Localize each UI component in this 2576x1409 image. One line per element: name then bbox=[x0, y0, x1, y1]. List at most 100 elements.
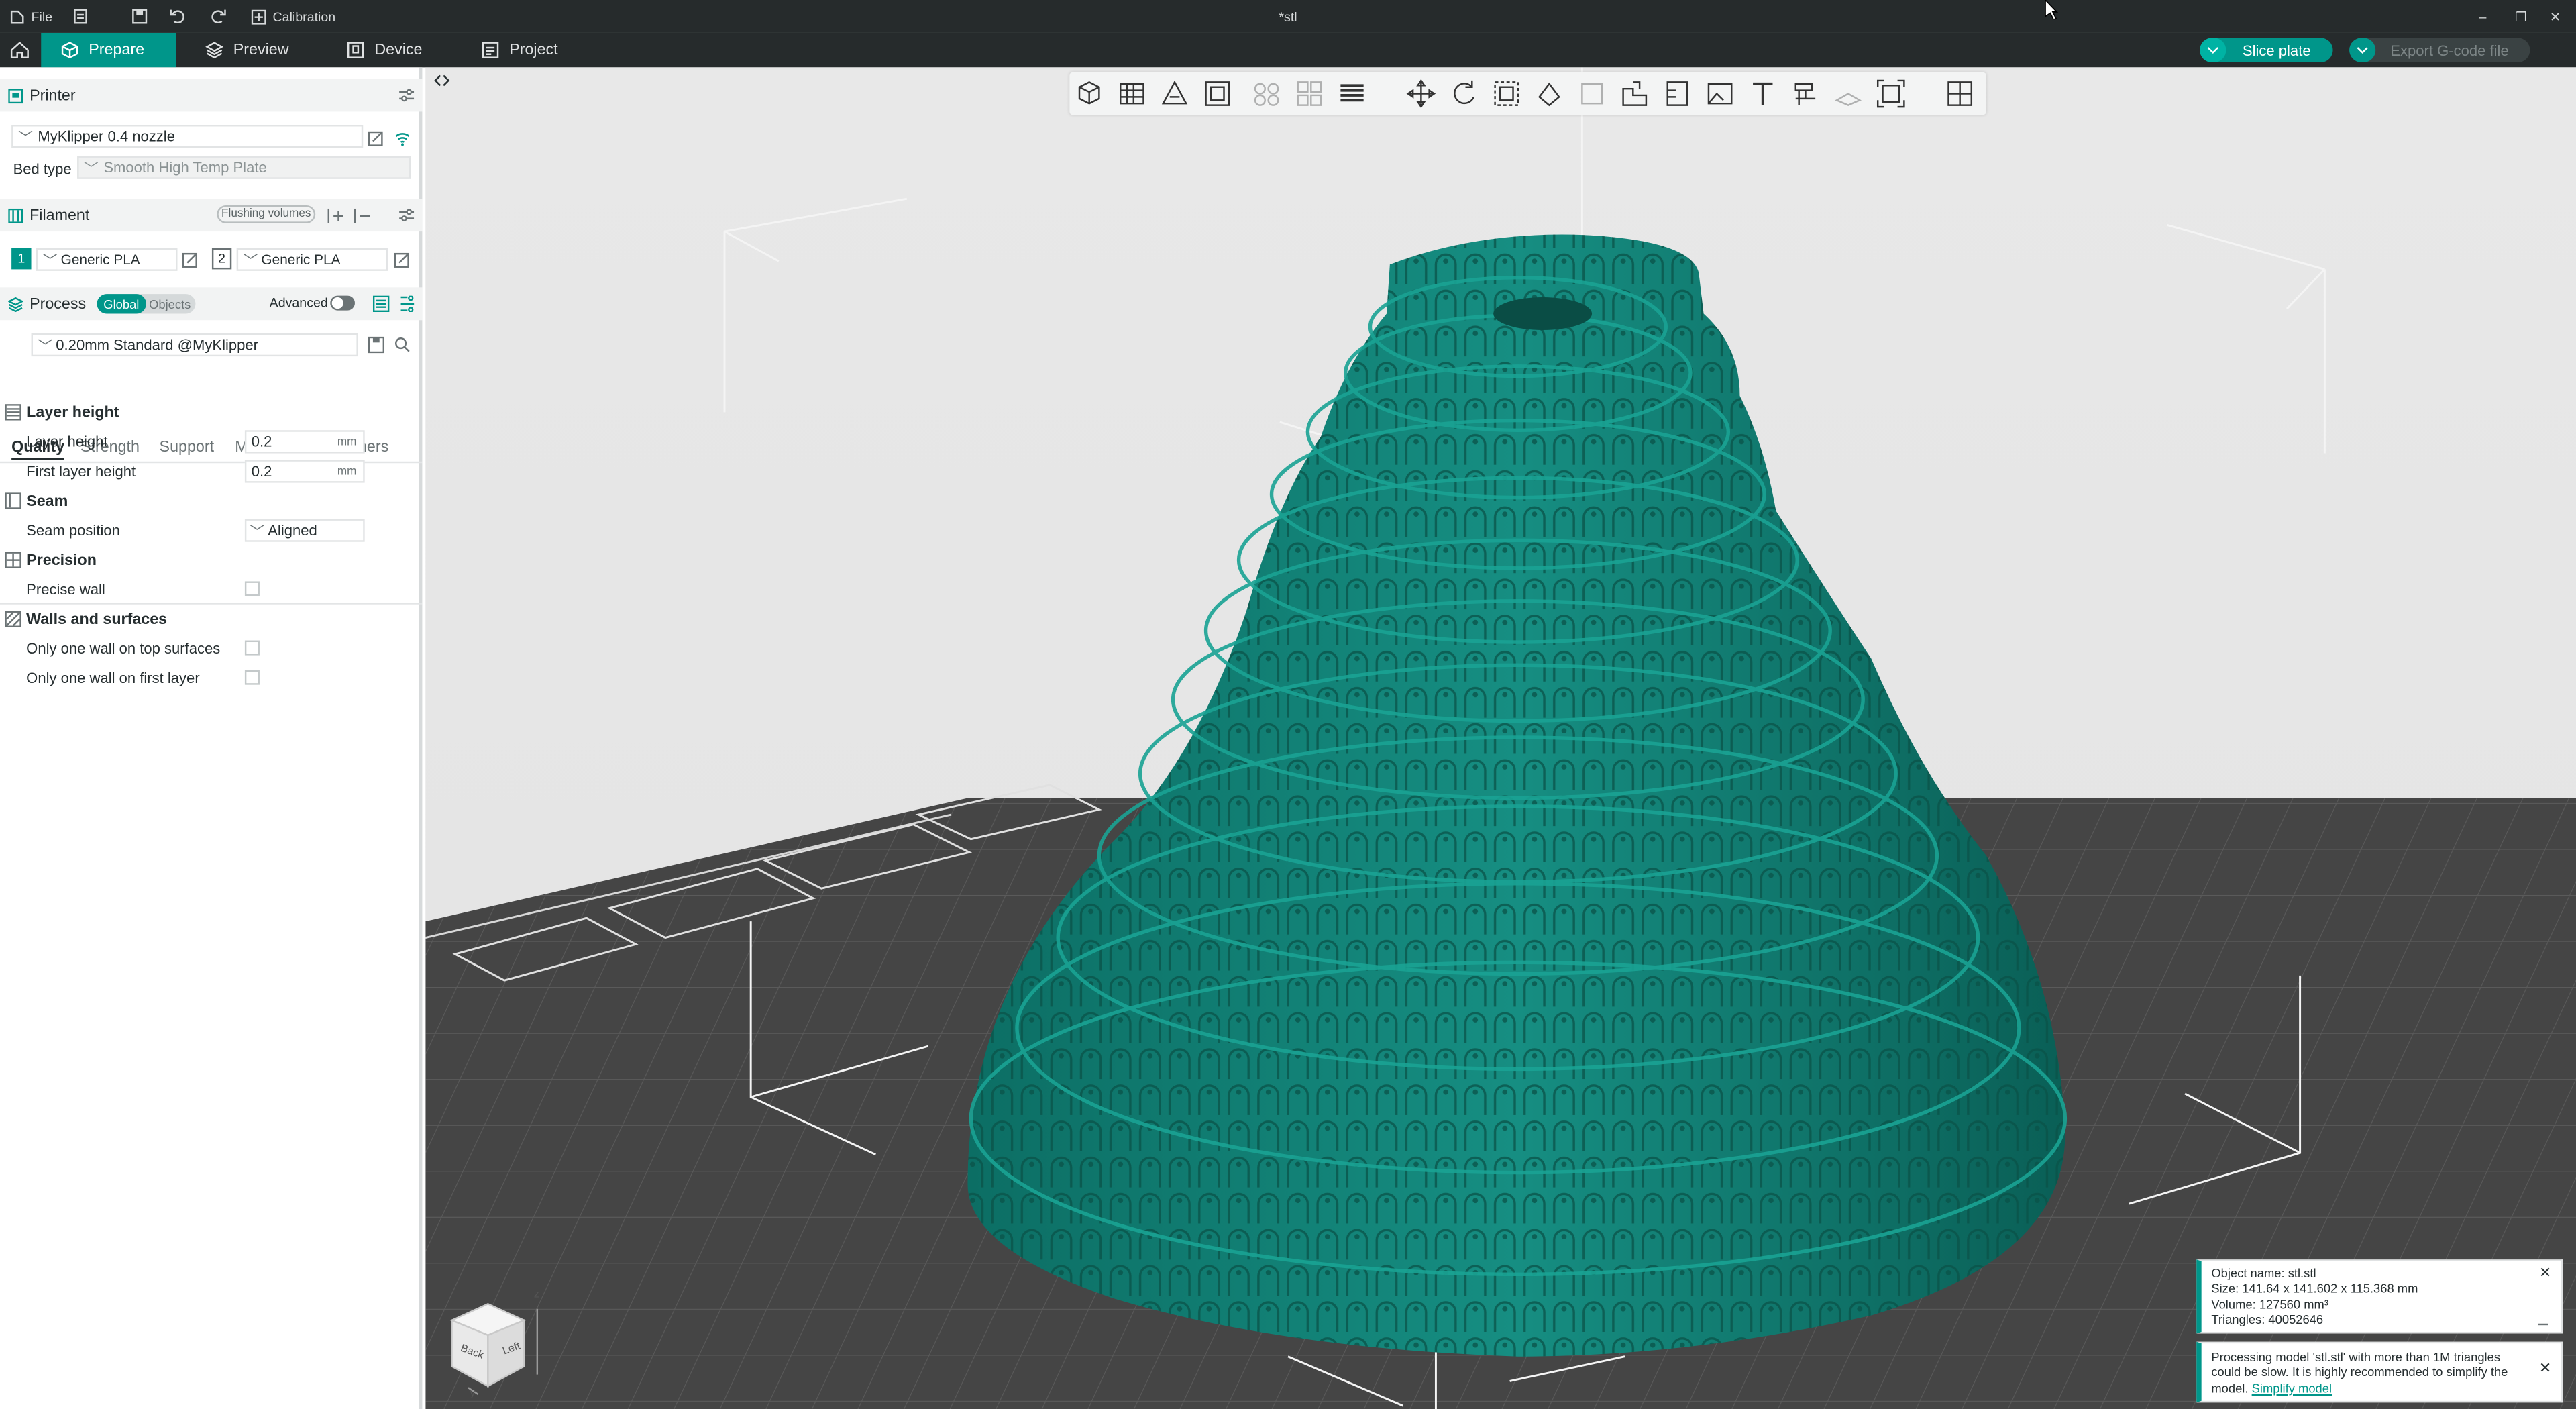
assembly-icon[interactable] bbox=[1832, 77, 1865, 110]
minimize-button[interactable]: – bbox=[2479, 0, 2487, 33]
close-button[interactable]: ✕ bbox=[2550, 0, 2561, 33]
flushing-volumes-button[interactable]: Flushing volumes bbox=[217, 205, 316, 223]
seam-position-select[interactable]: ﹀ Aligned bbox=[244, 519, 365, 542]
explode-view-icon[interactable] bbox=[1943, 77, 1976, 110]
export-dropdown-icon[interactable] bbox=[2349, 38, 2376, 63]
advanced-label: Advanced bbox=[269, 295, 328, 311]
one-wall-top-label: Only one wall on top surfaces bbox=[26, 640, 221, 658]
simplify-model-link[interactable]: Simplify model bbox=[2252, 1380, 2332, 1395]
chevron-down-icon: ﹀ bbox=[38, 337, 53, 354]
one-wall-top-checkbox[interactable] bbox=[244, 640, 260, 656]
layer-height-value: 0.2 bbox=[251, 433, 272, 450]
tab-device[interactable]: Device bbox=[327, 33, 442, 67]
axis-z-label: z bbox=[533, 1289, 539, 1301]
remove-filament-icon[interactable] bbox=[354, 207, 370, 223]
split-objects-icon[interactable] bbox=[1250, 77, 1283, 110]
redo-button[interactable] bbox=[210, 0, 226, 33]
open-button[interactable] bbox=[72, 0, 89, 33]
scene-canvas[interactable] bbox=[425, 67, 2576, 1409]
chevron-down-icon: ﹀ bbox=[83, 160, 99, 177]
calibration-label: Calibration bbox=[272, 9, 336, 24]
wifi-icon[interactable] bbox=[394, 129, 411, 146]
tab-prepare[interactable]: Prepare bbox=[41, 32, 176, 68]
rotate-icon[interactable] bbox=[1448, 77, 1481, 110]
layer-height-input[interactable]: 0.2 mm bbox=[244, 430, 365, 454]
fit-view-icon[interactable] bbox=[1874, 77, 1907, 110]
mesh-boolean-icon[interactable] bbox=[1618, 77, 1651, 110]
restore-button[interactable]: ❐ bbox=[2515, 0, 2527, 33]
slice-plate-button[interactable]: Slice plate bbox=[2200, 38, 2333, 63]
document-icon bbox=[72, 8, 89, 24]
3d-model-tower[interactable] bbox=[967, 234, 2068, 1357]
lay-on-face-icon[interactable] bbox=[1533, 77, 1566, 110]
measure-icon[interactable] bbox=[1789, 77, 1822, 110]
edit-filament-2-icon[interactable] bbox=[394, 251, 411, 268]
cut-icon[interactable] bbox=[1576, 77, 1609, 110]
filament-section-title: Filament bbox=[30, 206, 90, 225]
process-compare-icon[interactable] bbox=[372, 295, 390, 313]
filament-slot-1-name: Generic PLA bbox=[60, 251, 140, 268]
bed-type-label: Bed type bbox=[13, 160, 72, 178]
calibration-menu[interactable]: Calibration bbox=[251, 0, 336, 33]
add-filament-icon[interactable] bbox=[327, 207, 343, 223]
save-button[interactable] bbox=[131, 0, 148, 33]
bed-type-select[interactable]: ﹀ Smooth High Temp Plate bbox=[77, 156, 411, 179]
calibration-icon bbox=[251, 9, 266, 24]
add-object-icon[interactable] bbox=[1073, 77, 1106, 110]
tab-support[interactable]: Support bbox=[160, 439, 215, 457]
seam-group-title: Seam bbox=[26, 492, 68, 510]
one-wall-first-checkbox[interactable] bbox=[244, 670, 260, 685]
precise-wall-checkbox[interactable] bbox=[244, 581, 260, 596]
layers-icon bbox=[205, 41, 224, 59]
arrange-icon[interactable] bbox=[1201, 77, 1234, 110]
3d-viewport[interactable]: Back Left z y Object name: stl.stl Size:… bbox=[425, 67, 2576, 1409]
text-tool-icon[interactable] bbox=[1746, 77, 1779, 110]
view-cube[interactable]: Back Left z y bbox=[445, 1289, 547, 1399]
filament-slot-1-select[interactable]: ﹀ Generic PLA bbox=[36, 248, 178, 271]
printer-preset-select[interactable]: ﹀ MyKlipper 0.4 nozzle bbox=[11, 125, 364, 148]
move-icon[interactable] bbox=[1405, 77, 1438, 110]
close-icon[interactable]: ✕ bbox=[2539, 1360, 2551, 1377]
filament-settings-icon[interactable] bbox=[399, 209, 415, 222]
process-settings-icon[interactable] bbox=[399, 295, 415, 313]
tab-preview[interactable]: Preview bbox=[186, 33, 309, 67]
search-icon[interactable] bbox=[394, 337, 411, 353]
mouse-cursor-icon bbox=[2045, 0, 2059, 20]
file-menu[interactable]: File bbox=[10, 0, 52, 33]
slice-dropdown-icon[interactable] bbox=[2200, 38, 2226, 63]
scale-icon[interactable] bbox=[1490, 77, 1523, 110]
edit-printer-icon[interactable] bbox=[368, 129, 384, 146]
split-parts-icon[interactable] bbox=[1293, 77, 1326, 110]
seam-paint-icon[interactable] bbox=[1704, 77, 1737, 110]
home-button[interactable] bbox=[0, 33, 41, 67]
first-layer-height-input[interactable]: 0.2 mm bbox=[244, 460, 365, 483]
filament-slot-2-select[interactable]: ﹀ Generic PLA bbox=[236, 248, 388, 271]
minimize-icon: – bbox=[2479, 9, 2487, 24]
save-preset-icon[interactable] bbox=[368, 336, 385, 354]
seam-group: Seam bbox=[0, 486, 422, 515]
edit-filament-1-icon[interactable] bbox=[182, 251, 199, 268]
tab-project[interactable]: Project bbox=[462, 33, 578, 67]
global-objects-toggle[interactable]: Global Objects bbox=[97, 294, 196, 314]
auto-orient-icon[interactable] bbox=[1159, 77, 1191, 110]
variable-layer-height-icon[interactable] bbox=[1336, 77, 1368, 110]
export-gcode-button[interactable]: Export G-code file bbox=[2349, 38, 2530, 63]
support-paint-icon[interactable] bbox=[1661, 77, 1694, 110]
printer-icon bbox=[8, 87, 23, 103]
printer-settings-icon[interactable] bbox=[399, 89, 415, 102]
undo-button[interactable] bbox=[169, 0, 185, 33]
filament-slot-2-badge[interactable]: 2 bbox=[211, 248, 232, 270]
global-toggle-option[interactable]: Global bbox=[97, 294, 146, 314]
objects-toggle-option[interactable]: Objects bbox=[146, 294, 194, 313]
walls-surfaces-group-title: Walls and surfaces bbox=[26, 610, 168, 629]
close-icon[interactable]: ✕ bbox=[2539, 1265, 2551, 1282]
filament-slot-1-badge[interactable]: 1 bbox=[11, 248, 32, 270]
save-icon bbox=[131, 8, 148, 24]
collapse-sidebar-icon[interactable] bbox=[434, 72, 450, 89]
advanced-toggle[interactable] bbox=[330, 295, 355, 311]
active-tab-underline bbox=[11, 458, 64, 460]
add-plate-icon[interactable] bbox=[1116, 77, 1148, 110]
minimize-icon[interactable] bbox=[2538, 1323, 2548, 1326]
main-tab-bar: Prepare Preview Device Project Slice pla… bbox=[0, 32, 2576, 68]
process-preset-select[interactable]: ﹀ 0.20mm Standard @MyKlipper bbox=[31, 333, 358, 357]
